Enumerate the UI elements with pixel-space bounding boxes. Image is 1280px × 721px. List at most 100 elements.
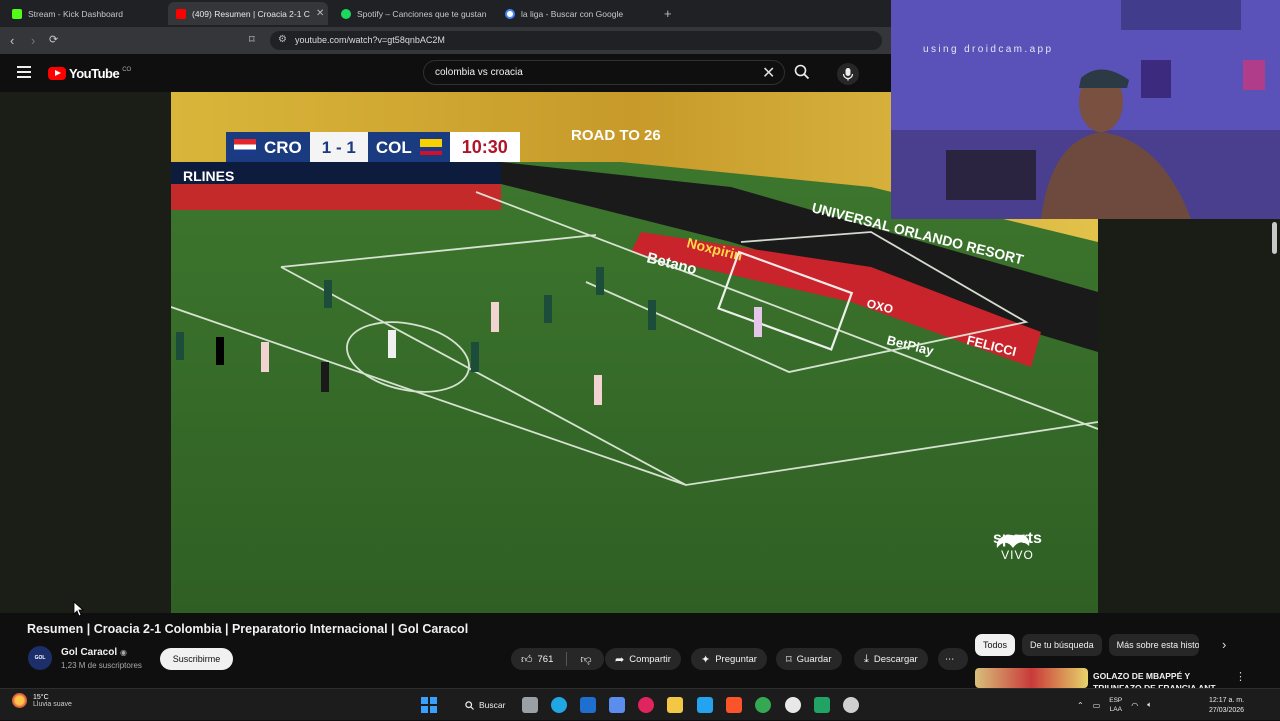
chrome-icon[interactable] bbox=[755, 697, 771, 713]
recommended-video-thumbnail[interactable] bbox=[975, 668, 1088, 688]
subscribe-button[interactable]: Suscribirme bbox=[160, 648, 233, 670]
scoreboard: CRO 1 - 1 COL 10:30 bbox=[226, 132, 520, 162]
close-tab-icon[interactable]: ✕ bbox=[316, 8, 324, 19]
channel-name[interactable]: Gol Caracol bbox=[61, 647, 117, 658]
clock-time: 12:17 a. m. bbox=[1209, 697, 1245, 704]
windows-start-icon[interactable] bbox=[421, 697, 437, 713]
clock-date: 27/03/2026 bbox=[1209, 707, 1245, 714]
youtube-header: YouTube CO colombia vs croacia ✕ bbox=[0, 54, 891, 92]
forward-icon[interactable]: › bbox=[31, 33, 35, 48]
search-query: colombia vs croacia bbox=[435, 67, 523, 78]
share-icon: ➦ bbox=[615, 653, 625, 666]
tab-kick-dashboard[interactable]: Stream - Kick Dashboard bbox=[4, 2, 164, 25]
dislike-icon[interactable]: 👎︎ bbox=[580, 653, 591, 666]
youtube-logo[interactable]: YouTube CO bbox=[48, 66, 131, 81]
windows-taskbar: 15°C Lluvia suave Buscar ⌃ ▭ ESP LAA ◠ 🔈… bbox=[0, 688, 1280, 720]
share-label: Compartir bbox=[629, 653, 671, 665]
copilot-icon[interactable] bbox=[609, 697, 625, 713]
keyboard-layout: LAA bbox=[1109, 706, 1122, 713]
system-tray: ⌃ ▭ ESP LAA ◠ 🔈︎ bbox=[1077, 689, 1152, 721]
chip-from-search[interactable]: De tu búsqueda bbox=[1022, 634, 1102, 656]
recommended-video-title[interactable]: GOLAZO DE MBAPPÉ Y TRIUNFAZO DE FRANCIA … bbox=[1093, 670, 1223, 688]
taskbar-search[interactable]: Buscar bbox=[455, 695, 515, 715]
sidebar-background bbox=[1098, 219, 1280, 613]
edge-icon[interactable] bbox=[551, 697, 567, 713]
google-favicon-icon bbox=[505, 8, 515, 19]
match-clock: 10:30 bbox=[449, 132, 520, 162]
speaker-icon[interactable]: 🔈︎ bbox=[1147, 700, 1152, 710]
reload-icon[interactable]: ⟳ bbox=[49, 33, 58, 46]
chevron-up-icon[interactable]: ⌃ bbox=[1077, 701, 1084, 710]
weather-widget[interactable]: 15°C Lluvia suave bbox=[12, 693, 72, 708]
divider bbox=[566, 652, 568, 666]
site-info-icon[interactable]: ⚙ bbox=[278, 34, 287, 45]
outlook-icon[interactable] bbox=[580, 697, 596, 713]
chevron-right-icon[interactable]: › bbox=[1222, 637, 1226, 652]
wifi-icon[interactable]: ◠ bbox=[1131, 701, 1138, 710]
ask-button[interactable]: ✦ Preguntar bbox=[691, 648, 767, 670]
verified-badge-icon: ◉ bbox=[120, 648, 127, 657]
video-title: Resumen | Croacia 2-1 Colombia | Prepara… bbox=[27, 622, 469, 636]
chip-all[interactable]: Todos bbox=[975, 634, 1016, 656]
channel-avatar[interactable]: GOL bbox=[28, 646, 52, 670]
browser-toolbar: ‹ › ⟳ ⌑ ⚙ youtube.com/watch?v=gt58qnbAC2… bbox=[0, 27, 891, 54]
like-dislike-group: 👍︎ 761 👎︎ bbox=[511, 648, 604, 670]
kick-favicon-icon bbox=[12, 8, 22, 19]
weather-icon bbox=[12, 693, 27, 708]
subscriber-count: 1,23 M de suscriptores bbox=[61, 661, 142, 670]
chip-more-about[interactable]: Más sobre esta histo bbox=[1108, 634, 1199, 656]
caracol-sports-logo: sports VIVO bbox=[993, 530, 1042, 562]
obs-icon[interactable] bbox=[843, 697, 859, 713]
tab-label: Stream - Kick Dashboard bbox=[28, 8, 123, 19]
microphone-icon[interactable] bbox=[837, 63, 859, 85]
download-button[interactable]: ⤓ Descargar bbox=[854, 648, 928, 670]
new-tab-button[interactable]: + bbox=[664, 6, 672, 21]
chrome-profile-icon[interactable] bbox=[785, 697, 801, 713]
tab-label: Spotify – Canciones que te gustan bbox=[357, 8, 487, 19]
away-team-code: COL bbox=[375, 138, 412, 157]
share-button[interactable]: ➦ Compartir bbox=[605, 648, 681, 670]
circle-app-icon[interactable] bbox=[638, 697, 654, 713]
address-bar[interactable]: ⚙ youtube.com/watch?v=gt58qnbAC2M bbox=[270, 31, 882, 50]
like-count[interactable]: 761 bbox=[538, 654, 554, 665]
save-label: Guardar bbox=[796, 653, 832, 665]
match-score: 1 - 1 bbox=[309, 132, 368, 162]
ad-board-text: RLINES bbox=[183, 168, 234, 184]
youtube-play-icon bbox=[48, 67, 66, 80]
search-icon[interactable] bbox=[794, 64, 810, 80]
bookmark-icon[interactable]: ⌑ bbox=[249, 33, 255, 46]
language-code: ESP bbox=[1109, 697, 1123, 704]
brave-icon[interactable] bbox=[726, 697, 742, 713]
sheets-app-icon[interactable] bbox=[814, 697, 830, 713]
language-indicator[interactable]: ESP LAA bbox=[1109, 696, 1122, 714]
system-clock[interactable]: 12:17 a. m. 27/03/2026 bbox=[1209, 696, 1244, 716]
weather-description: Lluvia suave bbox=[33, 700, 72, 708]
player-letterbox-left bbox=[0, 92, 171, 613]
battery-icon[interactable]: ▭ bbox=[1093, 701, 1101, 710]
caracol-logo-icon bbox=[996, 534, 1030, 548]
kebab-menu-icon[interactable]: ⋮ bbox=[1235, 670, 1246, 683]
explorer-icon[interactable] bbox=[667, 697, 683, 713]
mouse-cursor-icon bbox=[73, 601, 85, 617]
spotify-favicon-icon bbox=[341, 8, 351, 19]
clear-search-icon[interactable]: ✕ bbox=[762, 63, 775, 83]
like-icon[interactable]: 👍︎ bbox=[521, 653, 533, 666]
vscode-icon[interactable] bbox=[697, 697, 713, 713]
more-actions-button[interactable]: ⋯ bbox=[938, 648, 968, 670]
more-icon: ⋯ bbox=[945, 653, 955, 665]
tab-spotify[interactable]: Spotify – Canciones que te gustan bbox=[333, 2, 493, 25]
tab-google-search[interactable]: la liga - Buscar con Google bbox=[497, 2, 657, 25]
search-input[interactable]: colombia vs croacia bbox=[423, 60, 785, 85]
hamburger-menu-icon[interactable] bbox=[17, 66, 31, 81]
download-label: Descargar bbox=[873, 653, 918, 665]
tab-youtube-video[interactable]: (409) Resumen | Croacia 2-1 C ✕ bbox=[168, 2, 328, 25]
sparkle-icon: ✦ bbox=[701, 653, 711, 666]
task-view-icon[interactable] bbox=[522, 697, 538, 713]
logo-text: YouTube bbox=[69, 66, 120, 81]
droidcam-watermark: using droidcam.app bbox=[923, 44, 1054, 55]
scrollbar-thumb[interactable] bbox=[1272, 222, 1277, 254]
save-button[interactable]: ⌑ Guardar bbox=[776, 648, 842, 670]
home-team-code: CRO bbox=[264, 138, 302, 157]
weather-temperature: 15°C bbox=[33, 693, 49, 701]
back-icon[interactable]: ‹ bbox=[10, 33, 14, 48]
